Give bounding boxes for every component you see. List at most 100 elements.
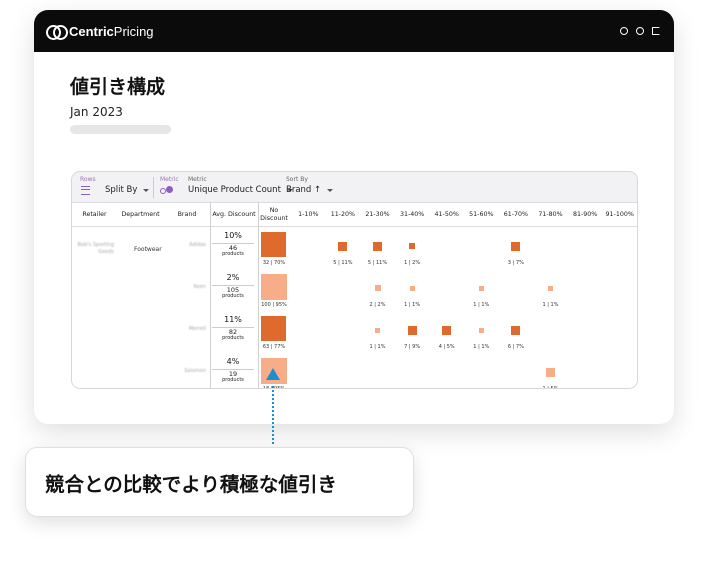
bucket-square[interactable] — [375, 327, 380, 333]
product-count: 19 products — [220, 370, 246, 384]
metric-icon[interactable] — [160, 186, 174, 194]
bucket-square[interactable] — [548, 285, 553, 291]
split-by-label: Split By — [105, 185, 138, 195]
no-discount-square[interactable] — [261, 274, 287, 300]
bucket-label: 1 | 1% — [542, 302, 559, 308]
brand-cell: Keen — [193, 284, 206, 290]
col-bucket[interactable]: 81-90% — [568, 203, 603, 227]
col-bucket[interactable]: 41-50% — [429, 203, 464, 227]
callout-connector — [272, 386, 274, 444]
column-divider — [210, 203, 211, 388]
bucket-square[interactable] — [373, 241, 382, 251]
col-bucket[interactable]: 1-10% — [291, 203, 326, 227]
chevron-down-icon — [327, 188, 334, 192]
bucket-label: 3 | 7% — [507, 260, 524, 266]
bucket-square[interactable] — [442, 325, 452, 335]
department-cell: Footwear — [134, 246, 162, 253]
app-window: CentricPricing 値引き構成 Jan 2023 Rows Split… — [34, 10, 674, 424]
product-count: 46 products — [220, 244, 246, 258]
bucket-square[interactable] — [546, 367, 555, 377]
bucket-square[interactable] — [338, 241, 348, 251]
product-unit: products — [222, 377, 244, 384]
col-no-discount-line2: Discount — [260, 215, 288, 222]
logo-text: CentricPricing — [69, 23, 154, 39]
col-retailer[interactable]: Retailer — [72, 203, 117, 227]
col-bucket[interactable]: 91-100% — [602, 203, 637, 227]
col-bucket[interactable]: 21-30% — [360, 203, 395, 227]
no-discount-label: 32 | 70% — [262, 260, 286, 266]
logout-icon[interactable] — [652, 27, 660, 35]
bucket-square[interactable] — [407, 325, 417, 335]
col-no-discount-line1: No — [269, 207, 279, 215]
col-department[interactable]: Department — [117, 203, 164, 227]
product-unit: products — [222, 293, 244, 300]
rows-label: Rows — [80, 176, 96, 183]
callout-box: 競合との比較でより積極な値引き — [25, 447, 414, 517]
metric-dropdown[interactable]: Unique Product Count — [188, 185, 293, 195]
metric-value: Unique Product Count — [188, 185, 281, 195]
split-by-dropdown[interactable]: Split By — [105, 185, 150, 195]
sort-value: Brand ↑ — [286, 185, 322, 195]
toolbar: Rows Split By Metric Metric Unique Produ… — [72, 172, 637, 203]
product-unit: products — [222, 251, 244, 258]
top-icons — [620, 27, 660, 35]
bucket-square[interactable] — [374, 285, 381, 291]
logo[interactable]: CentricPricing — [46, 23, 154, 40]
avg-discount-value: 11% — [224, 315, 242, 324]
sort-dropdown[interactable]: Brand ↑ — [286, 185, 334, 195]
chat-icon[interactable] — [620, 27, 628, 35]
bucket-square[interactable] — [511, 241, 521, 251]
bucket-square[interactable] — [409, 285, 415, 291]
col-bucket[interactable]: 71-80% — [533, 203, 568, 227]
avg-discount-value: 10% — [224, 231, 242, 240]
no-discount-label: 100 | 95% — [261, 302, 287, 308]
product-unit: products — [222, 335, 244, 342]
brand-cell: Merrell — [188, 326, 206, 332]
avg-discount-value: 2% — [226, 273, 240, 282]
bucket-label: 4 | 5% — [438, 344, 455, 350]
bucket-square[interactable] — [511, 325, 521, 335]
no-discount-square[interactable] — [261, 232, 286, 257]
brand-cell: Salomon — [184, 368, 206, 374]
bucket-label: 5 | 11% — [333, 260, 353, 266]
bucket-label: 1 | 1% — [473, 344, 490, 350]
col-bucket[interactable]: 31-40% — [395, 203, 430, 227]
bucket-label: 2 | 2% — [369, 302, 386, 308]
page-date: Jan 2023 — [70, 105, 123, 119]
bucket-label: 1 | 1% — [473, 302, 490, 308]
product-count: 105 products — [220, 286, 246, 300]
col-bucket[interactable]: 51-60% — [464, 203, 499, 227]
column-headers: Retailer Department Brand Avg. Discount … — [72, 203, 637, 227]
callout-text: 競合との比較でより積極な値引き — [45, 472, 337, 496]
col-brand[interactable]: Brand — [164, 203, 210, 227]
bucket-square[interactable] — [478, 327, 484, 333]
bucket-square[interactable] — [409, 243, 416, 249]
brand-cell: Adidas — [189, 242, 206, 248]
bucket-label: 1 | 2% — [404, 260, 421, 266]
loading-placeholder — [70, 125, 171, 134]
col-bucket[interactable]: 11-20% — [326, 203, 361, 227]
avg-discount-value: 4% — [226, 357, 240, 366]
bucket-label: 1 | 5% — [542, 386, 559, 389]
no-discount-label: 63 | 77% — [262, 344, 286, 350]
col-avg-discount[interactable]: Avg. Discount — [210, 203, 258, 227]
col-bucket[interactable]: 61-70% — [499, 203, 534, 227]
discount-grid-panel: Rows Split By Metric Metric Unique Produ… — [71, 171, 638, 389]
rows-icon[interactable] — [81, 186, 90, 195]
page-title: 値引き構成 — [70, 76, 166, 98]
product-count: 82 products — [220, 328, 246, 342]
retailer-cell: Bob's Sporting Goods — [77, 242, 114, 255]
logo-mark-icon — [46, 25, 68, 40]
bucket-label: 1 | 1% — [369, 344, 386, 350]
no-discount-square[interactable] — [261, 316, 286, 341]
bucket-square[interactable] — [478, 285, 484, 291]
top-bar: CentricPricing — [34, 10, 674, 52]
bucket-label: 6 | 7% — [507, 344, 524, 350]
no-discount-label: 18 | 95% — [262, 386, 286, 389]
settings-icon[interactable] — [636, 27, 644, 35]
col-no-discount[interactable]: No Discount — [258, 203, 290, 227]
column-divider — [258, 203, 259, 388]
arrow-up-icon — [266, 368, 280, 380]
metric-label: Metric — [188, 176, 207, 183]
metric-small-label: Metric — [160, 176, 179, 183]
